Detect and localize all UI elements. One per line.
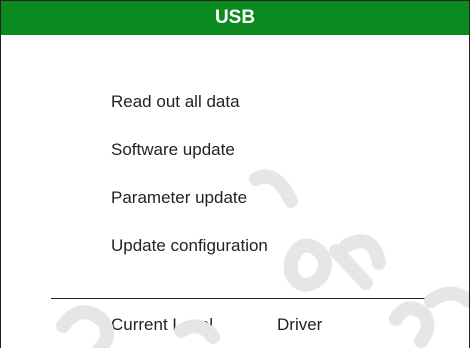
user-role-label: Driver bbox=[277, 315, 323, 334]
page-title: USB bbox=[1, 1, 469, 35]
usb-screen: USB Read out all data Software update Pa… bbox=[0, 0, 470, 348]
usb-menu: Read out all data Software update Parame… bbox=[111, 89, 268, 281]
divider bbox=[51, 298, 439, 299]
menu-item-software-update[interactable]: Software update bbox=[111, 137, 268, 185]
menu-item-update-configuration[interactable]: Update configuration bbox=[111, 233, 268, 281]
menu-item-parameter-update[interactable]: Parameter update bbox=[111, 185, 268, 233]
current-level-label: Current Level bbox=[111, 315, 214, 334]
status-bar: Current Level Driver bbox=[111, 315, 322, 335]
menu-item-read-out-all-data[interactable]: Read out all data bbox=[111, 89, 268, 137]
